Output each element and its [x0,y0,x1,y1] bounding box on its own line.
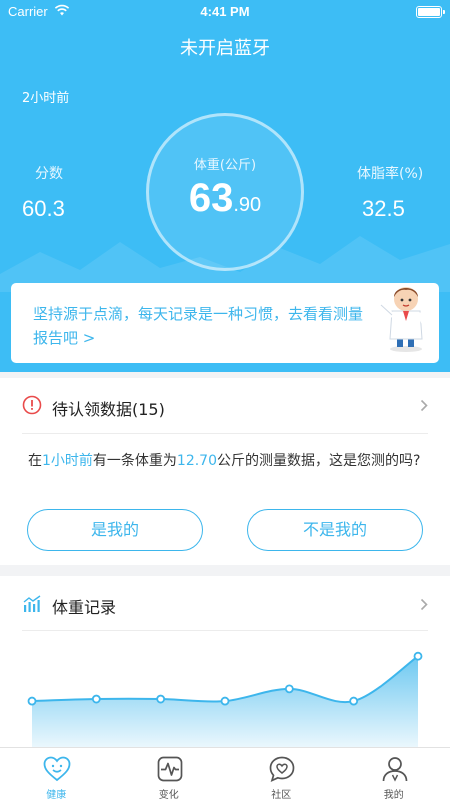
weight-value: 63.90 [149,176,301,221]
message-prefix: 在 [28,453,42,469]
weight-point-4[interactable] [284,684,294,694]
weight-ring[interactable]: 体重(公斤) 63.90 [146,113,304,271]
tab-community[interactable]: 社区 [225,748,338,800]
page-title[interactable]: 未开启蓝牙 [0,34,450,60]
message-time: 1小时前 [42,453,93,469]
weight-point-3[interactable] [220,696,230,706]
message-suffix: 公斤的测量数据，这是您测的吗? [217,453,421,469]
last-measured-time: 2小时前 [22,91,70,106]
divider [22,433,428,434]
not-mine-button[interactable]: 不是我的 [247,509,423,551]
score-value: 60.3 [22,196,65,221]
weight-point-2[interactable] [156,694,166,704]
body-fat-label: 体脂率(%) [357,166,424,182]
weight-point-1[interactable] [91,694,101,704]
user-icon [382,757,407,782]
message-middle: 有一条体重为 [92,453,177,469]
message-weight: 12.70 [176,453,218,469]
chat-heart-icon [269,756,295,783]
weight-trend-chart[interactable] [0,576,450,748]
score-label: 分数 [35,166,63,182]
bottom-tab-bar: 健康 变化 社区 我的 [0,747,450,800]
weight-record-card: 体重记录 [0,576,450,748]
clock: 4:41 PM [200,4,250,19]
tab-label: 健康 [46,790,67,800]
tab-label: 变化 [158,790,179,800]
chevron-right-icon [420,399,428,412]
pulse-icon [157,756,182,782]
tab-changes[interactable]: 变化 [113,748,226,800]
body-fat-value: 32.5 [362,196,405,221]
pending-data-title: 待认领数据(15) [52,400,165,419]
weight-point-5[interactable] [349,696,359,706]
weight-label: 体重(公斤) [193,158,257,173]
weight-decimal: .90 [233,194,262,216]
battery-icon [416,6,445,18]
status-bar: Carrier 4:41 PM [0,0,450,24]
doctor-illustration [378,287,430,352]
pending-data-card: 待认领数据(15) 在1小时前有一条体重为12.70公斤的测量数据，这是您测的吗… [0,378,450,565]
report-tip-card[interactable]: 坚持源于点滴，每天记录是一种习惯，去看看测量报告吧 > [11,283,439,363]
tab-mine[interactable]: 我的 [338,748,450,800]
tab-health[interactable]: 健康 [0,748,113,800]
weight-point-0[interactable] [27,696,37,706]
weight-point-6[interactable] [413,651,423,661]
tab-label: 社区 [271,790,292,800]
header: Carrier 4:41 PM 未开启蓝牙 2小时前 分数 60.3 体脂率(%… [0,0,450,372]
pending-data-header[interactable]: 待认领数据(15) [0,378,450,433]
report-tip-text[interactable]: 坚持源于点滴，每天记录是一种习惯，去看看测量报告吧 > [33,302,373,350]
weight-integer: 63 [188,176,234,220]
alert-icon [22,395,42,415]
confirm-mine-button[interactable]: 是我的 [27,509,203,551]
tab-label: 我的 [383,790,404,800]
pending-message: 在1小时前有一条体重为12.70公斤的测量数据，这是您测的吗? [28,449,428,473]
weight-line [31,655,419,704]
heart-face-icon [43,756,71,782]
